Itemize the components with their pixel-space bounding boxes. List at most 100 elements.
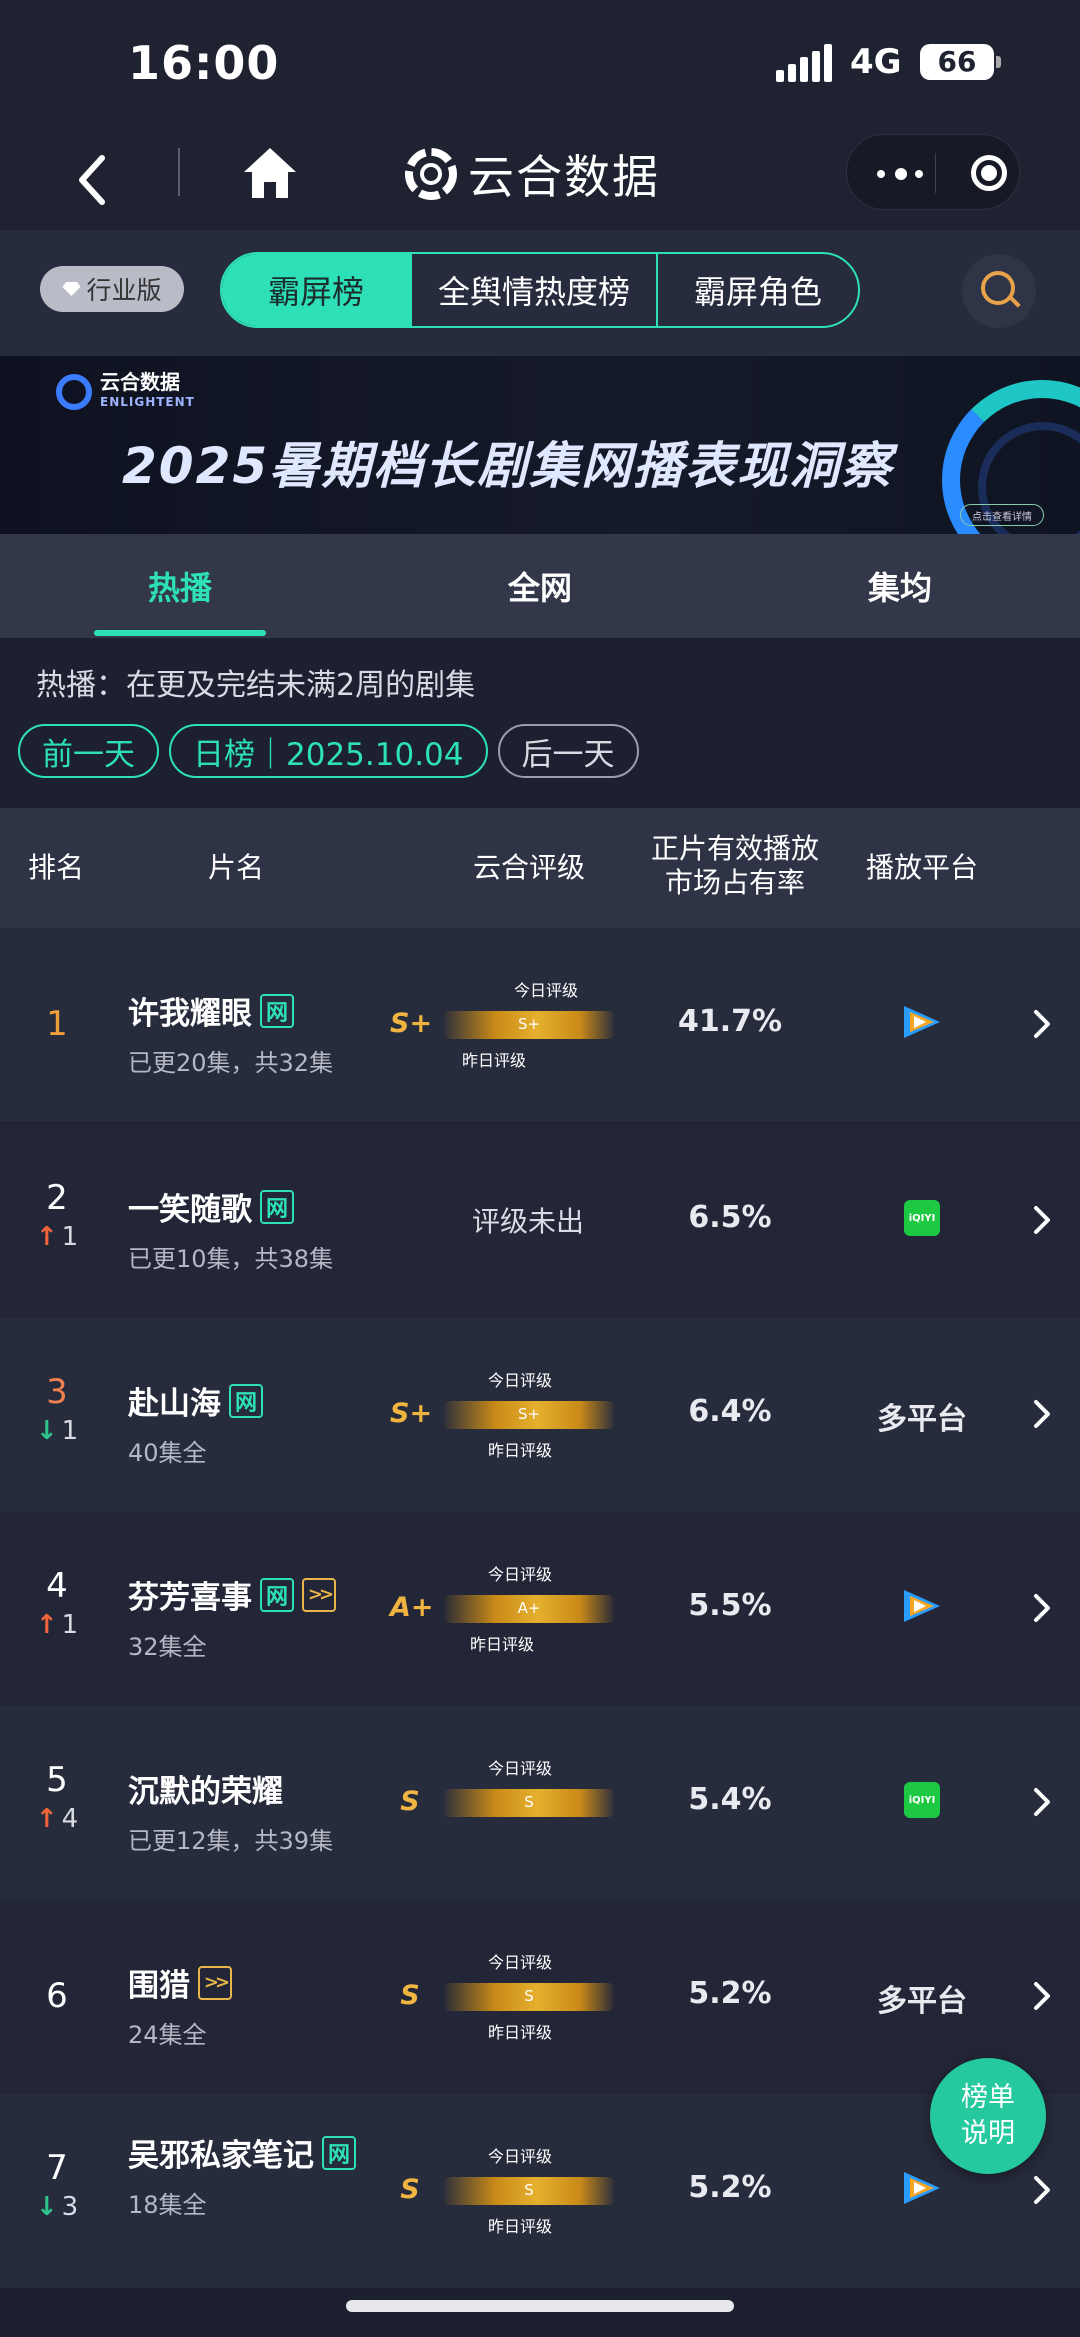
platform-cell: iQIYI <box>880 1782 964 1818</box>
rating-level: S <box>400 1980 420 2011</box>
table-row[interactable]: 4 ↑ 1 芬芳喜事网 >> 32集全 A+ A+ 今日评级 昨日评级 5.5% <box>0 1512 1080 1706</box>
sub-tabs: 热播 全网 集均 <box>0 534 1080 638</box>
miniapp-capsule <box>846 134 1020 210</box>
diamond-icon <box>62 282 81 296</box>
chevron-right-icon[interactable] <box>1030 1394 1054 1434</box>
market-share: 6.4% <box>688 1394 772 1429</box>
today-rating-label: 今日评级 <box>488 1759 553 1778</box>
chevron-right-icon[interactable] <box>1030 2170 1054 2210</box>
header-share-line2: 市场占有率 <box>664 866 805 899</box>
drama-cell: 赴山海网 40集全 <box>128 1378 368 1468</box>
yesterday-rating-label: 昨日评级 <box>488 2023 553 2042</box>
tab-indicator <box>94 630 266 636</box>
web-drama-tag: 网 <box>260 993 294 1028</box>
rank-cell: 7 ↓ 3 <box>32 2148 82 2222</box>
rank-number: 2 <box>46 1178 68 1218</box>
arrow-up-icon: ↑ <box>35 1610 58 1640</box>
rank-cell: 5 ↑ 4 <box>32 1760 82 1834</box>
today-rating-label: 今日评级 <box>514 981 579 1000</box>
promo-banner[interactable]: 云合数据 ENLIGHTENT 2025暑期档长剧集网播表现洞察 点击查看详情 <box>0 356 1080 534</box>
prev-day-button[interactable]: 前一天 <box>18 724 159 778</box>
rank-cell: 3 ↓ 1 <box>32 1372 82 1446</box>
nav-bar: 云合数据 <box>0 130 1080 230</box>
episode-info: 已更10集，共38集 <box>128 1245 334 1273</box>
table-row[interactable]: 1 许我耀眼网已更20集，共32集 S+ S+ 今日评级 昨日评级 41.7% <box>0 928 1080 1122</box>
rank-change: ↓ 1 <box>32 1416 82 1446</box>
multi-platform-label: 多平台 <box>877 1402 967 1437</box>
rank-number: 1 <box>46 1004 68 1044</box>
rating-gauge: S 今日评级 <box>444 1759 614 1817</box>
chevron-right-icon[interactable] <box>1030 1588 1054 1628</box>
table-header: 排名 片名 云合评级 正片有效播放 市场占有率 播放平台 <box>0 808 1080 928</box>
rating-level: S+ <box>390 1398 433 1429</box>
tab-hot[interactable]: 热播 <box>60 534 300 638</box>
play-tag-icon: >> <box>198 1965 232 2000</box>
segment-dominance[interactable]: 霸屏榜 <box>222 254 412 326</box>
platform-cell <box>880 1004 964 1044</box>
chevron-right-icon[interactable] <box>1030 1200 1054 1240</box>
iqiyi-icon: iQIYI <box>904 1200 940 1236</box>
rating-level: S <box>400 2174 420 2205</box>
table-row[interactable]: 3 ↓ 1 赴山海网 40集全 S+ S+ 今日评级 昨日评级 6.4% 多平台 <box>0 1318 1080 1512</box>
brand-name: 云合数据 <box>468 150 660 204</box>
close-miniapp-button[interactable] <box>971 155 1007 191</box>
table-row[interactable]: 5 ↑ 4 沉默的荣耀 已更12集，共39集 S S 今日评级 5.4% iQIYI <box>0 1706 1080 1900</box>
tab-all-web[interactable]: 全网 <box>420 534 660 638</box>
rank-change: ↑ 1 <box>32 1610 82 1640</box>
episode-info: 24集全 <box>128 2021 207 2049</box>
date-picker-button[interactable]: 日榜｜2025.10.04 <box>169 724 488 778</box>
more-button[interactable] <box>877 155 931 191</box>
nav-divider <box>178 148 180 196</box>
rank-change-value: 3 <box>61 2192 79 2222</box>
table-row[interactable]: 6 围猎 >> 24集全 S S 今日评级 昨日评级 5.2% 多平台 <box>0 1900 1080 2094</box>
segment-dominance-roles[interactable]: 霸屏角色 <box>658 254 858 326</box>
industry-version-button[interactable]: 行业版 <box>40 266 184 312</box>
rank-number: 3 <box>46 1372 68 1412</box>
yesterday-rating-label: 昨日评级 <box>488 2217 553 2236</box>
today-rating-label: 今日评级 <box>488 1371 553 1390</box>
episode-info: 18集全 <box>128 2191 207 2219</box>
arrow-up-icon: ↑ <box>35 1222 58 1252</box>
rank-cell: 6 <box>32 1976 82 2016</box>
back-button[interactable] <box>72 150 112 210</box>
rating-level: S+ <box>390 1008 433 1039</box>
rank-change-value: 1 <box>61 1416 79 1446</box>
table-row[interactable]: 7 ↓ 3 吴邪私家笔记网 18集全 S S 今日评级 昨日评级 5.2% <box>0 2094 1080 2288</box>
gauge-level: S <box>524 1987 534 2005</box>
chevron-right-icon[interactable] <box>1030 1004 1054 1044</box>
status-bar: 16:00 4G 66 <box>0 0 1080 130</box>
segment-sentiment-heat[interactable]: 全舆情热度榜 <box>412 254 658 326</box>
next-day-button[interactable]: 后一天 <box>497 724 639 778</box>
platform-cell: iQIYI <box>880 1200 964 1236</box>
signal-icon <box>776 44 834 82</box>
date-navigator: 前一天 日榜｜2025.10.04 后一天 <box>18 724 639 778</box>
multi-platform-label: 多平台 <box>877 1984 967 2019</box>
header-rating: 云合评级 <box>472 851 585 884</box>
status-time: 16:00 <box>128 36 280 90</box>
rank-cell: 2 ↑ 1 <box>32 1178 82 1252</box>
home-icon <box>244 148 296 198</box>
gauge-level: S <box>524 2181 534 2199</box>
home-button[interactable] <box>242 146 298 200</box>
rank-change-value: 1 <box>61 1222 79 1252</box>
rank-change: ↓ 3 <box>32 2192 82 2222</box>
rating-gauge: S+ 今日评级 昨日评级 <box>444 981 614 1070</box>
rating-gauge: S 今日评级 昨日评级 <box>444 2147 614 2236</box>
table-row[interactable]: 2 ↑ 1 一笑随歌网已更10集，共38集 评级未出 6.5% iQIYI <box>0 1124 1080 1318</box>
ranking-explain-button[interactable]: 榜单 说明 <box>930 2058 1046 2174</box>
chevron-right-icon[interactable] <box>1030 1782 1054 1822</box>
drama-title: 芬芳喜事 <box>128 1580 252 1616</box>
rating-gauge: A+ 今日评级 昨日评级 <box>444 1565 614 1654</box>
tencent-video-icon <box>904 1590 940 1622</box>
drama-title: 围猎 <box>128 1968 190 2004</box>
chevron-right-icon[interactable] <box>1030 1976 1054 2016</box>
banner-logo-text: 云合数据 <box>100 370 180 394</box>
tab-per-episode[interactable]: 集均 <box>780 534 1020 638</box>
header-rank: 排名 <box>27 851 84 884</box>
drama-title: 许我耀眼 <box>128 996 252 1032</box>
search-button[interactable] <box>962 254 1036 328</box>
header-platform: 播放平台 <box>865 851 978 884</box>
gauge-level: S+ <box>517 1015 541 1033</box>
rank-change: ↑ 4 <box>32 1804 82 1834</box>
iqiyi-icon: iQIYI <box>904 1782 940 1818</box>
